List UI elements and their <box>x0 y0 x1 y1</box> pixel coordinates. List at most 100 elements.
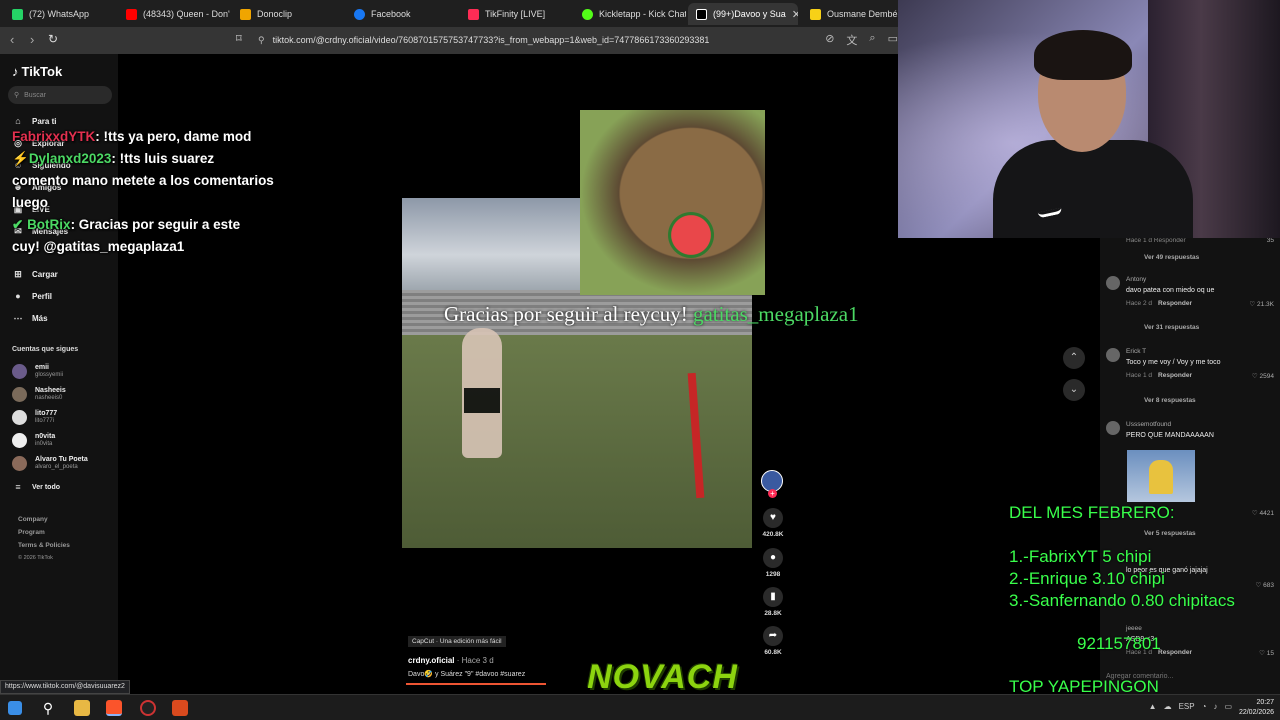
address-bar-row: ‹ › ↻ ⌑ ⚲ tiktok.com/@crdny.oficial/video… <box>0 27 898 54</box>
comment-author[interactable]: Usssemotfound <box>1126 421 1171 428</box>
account-handle: glossyemii <box>35 372 64 378</box>
comment-meta: Hace 1 d Responder <box>1126 237 1186 244</box>
chat-message: cuy! @gatitas_megaplaza1 <box>12 239 185 254</box>
taskbar-clock[interactable]: 20:27 22/02/2026 <box>1239 698 1274 718</box>
footer-program[interactable]: Program <box>18 529 45 536</box>
account-handle: alvaro_el_poeta <box>35 464 78 470</box>
view-replies[interactable]: Ver 31 respuestas <box>1144 324 1199 331</box>
chevron-up-icon[interactable]: ⌃ <box>1063 347 1085 369</box>
app-icon[interactable] <box>172 700 188 716</box>
comment-count: 1298 <box>765 571 781 578</box>
following-account[interactable]: emii glossyemii <box>12 364 63 379</box>
follow-plus-icon[interactable]: + <box>768 489 777 498</box>
avatar <box>12 410 27 425</box>
obs-icon[interactable] <box>140 700 156 716</box>
save-button[interactable]: ▮ 28.8K <box>758 587 788 617</box>
tab-donoclip[interactable]: Donoclip <box>232 3 344 25</box>
reload-icon[interactable]: ↻ <box>48 32 58 46</box>
close-tab-icon[interactable]: ✕ <box>792 8 798 21</box>
home-icon: ⌂ <box>15 116 21 126</box>
reply-button[interactable]: Responder <box>1158 649 1192 656</box>
tab-tiktok-active[interactable]: (99+)Davoo y Sua ✕ <box>688 3 798 25</box>
comment-author[interactable]: Antony <box>1126 276 1146 283</box>
zoom-icon[interactable]: ⌕ <box>869 32 875 48</box>
file-explorer-icon[interactable] <box>74 700 90 716</box>
avatar[interactable] <box>1106 421 1120 435</box>
webcam-person-body <box>993 140 1193 238</box>
footer-terms[interactable]: Terms & Policies <box>18 542 70 549</box>
see-all-label: Ver todo <box>32 483 61 491</box>
view-replies[interactable]: Ver 5 respuestas <box>1144 530 1196 537</box>
tab-label: (99+)Davoo y Sua <box>713 9 786 19</box>
view-replies[interactable]: Ver 8 respuestas <box>1144 397 1196 404</box>
battery-icon[interactable]: ▭ <box>1224 702 1232 711</box>
comment-text: Toco y me voy / Voy y me toco <box>1126 359 1221 366</box>
capcut-tag[interactable]: CapCut · Una edición más fácil <box>408 636 506 647</box>
comment-author[interactable]: jeeee <box>1126 625 1142 632</box>
reader-mode-icon[interactable]: ⊘ <box>825 32 834 48</box>
comment-gif <box>1127 450 1195 502</box>
translate-icon[interactable]: 文 <box>846 32 857 48</box>
reply-button[interactable]: Responder <box>1158 300 1192 307</box>
nav-mas[interactable]: ⋯ Más <box>12 313 48 324</box>
tray-app-icon[interactable]: ▲ <box>1149 702 1157 711</box>
search-icon[interactable]: ⚲ <box>40 700 56 716</box>
video-info: CapCut · Una edición más fácil crdny.ofi… <box>408 630 525 678</box>
nav-para-ti[interactable]: ⌂ Para ti <box>12 116 56 126</box>
comment-likes[interactable]: ♡ 21.3K <box>1249 300 1274 308</box>
footer-company[interactable]: Company <box>18 516 48 523</box>
bookmark-icon[interactable]: ⌑ <box>236 32 242 45</box>
video-author[interactable]: crdny.oficial · Hace 3 d <box>408 656 525 665</box>
sidebar-toggle-icon[interactable]: ▭ <box>888 32 898 48</box>
following-account[interactable]: Alvaro Tu Poeta alvaro_el_poeta <box>12 456 88 471</box>
brand-name: TikTok <box>21 64 63 79</box>
wifi-icon[interactable]: ◔ <box>1202 702 1207 711</box>
following-account[interactable]: lito777 lito777i <box>12 410 57 425</box>
system-tray: ▲ ☁ ESP ◔ ♪ ▭ <box>1149 702 1232 711</box>
share-icon: ➦ <box>763 626 783 646</box>
nav-perfil[interactable]: ● Perfil <box>12 291 52 301</box>
search-input[interactable]: ⚲ Buscar <box>8 86 112 104</box>
reply-button[interactable]: Responder <box>1158 372 1192 379</box>
avatar[interactable] <box>1106 276 1120 290</box>
following-account[interactable]: Nasheeis nasheeis0 <box>12 387 66 402</box>
view-replies[interactable]: Ver 49 respuestas <box>1144 254 1199 261</box>
tab-whatsapp[interactable]: (72) WhatsApp <box>4 3 114 25</box>
chat-username: Dylanxd2023 <box>28 151 112 166</box>
chevron-down-icon[interactable]: ⌄ <box>1063 379 1085 401</box>
video-progress-bar[interactable] <box>406 683 546 685</box>
windows-start-icon[interactable] <box>8 701 22 715</box>
tab-dembele[interactable]: Ousmane Dembélé e <box>802 3 898 25</box>
url-field[interactable]: ⚲ tiktok.com/@crdny.oficial/video/7608701… <box>258 31 858 50</box>
comment-likes[interactable]: 35 <box>1267 237 1274 244</box>
comment-likes[interactable]: ♡ 683 <box>1256 581 1275 589</box>
share-button[interactable]: ➦ 60.8K <box>758 626 788 656</box>
tab-youtube[interactable]: (48343) Queen - Don't <box>118 3 230 25</box>
avatar[interactable] <box>1106 348 1120 362</box>
forward-icon[interactable]: › <box>30 32 34 47</box>
tab-facebook[interactable]: Facebook <box>346 3 458 25</box>
see-all-link[interactable]: ≡ Ver todo <box>12 482 60 492</box>
language-icon[interactable]: ESP <box>1179 702 1195 711</box>
chat-text: : Gracias por seguir a este <box>70 217 241 232</box>
following-account[interactable]: n0vita in0vita <box>12 433 55 448</box>
comment-likes[interactable]: ♡ 4421 <box>1252 509 1274 517</box>
site-info-icon[interactable]: ⚲ <box>258 31 265 50</box>
comment-button[interactable]: ● 1298 <box>758 548 788 578</box>
tab-tikfinity[interactable]: TikFinity [LIVE] <box>460 3 572 25</box>
comment-likes[interactable]: ♡ 2594 <box>1252 372 1274 380</box>
back-icon[interactable]: ‹ <box>10 32 14 47</box>
like-button[interactable]: ♥ 420.8K <box>758 508 788 538</box>
network-icon[interactable]: ☁ <box>1164 702 1172 711</box>
tiktok-logo[interactable]: ♪ TikTok <box>12 64 62 79</box>
tab-kicklet[interactable]: Kickletapp - Kick Chat <box>574 3 686 25</box>
webcam-person-hair <box>1034 30 1132 80</box>
volume-icon[interactable]: ♪ <box>1213 702 1217 711</box>
nav-cargar[interactable]: ⊞ Cargar <box>12 269 58 280</box>
clock-time: 20:27 <box>1256 699 1274 706</box>
status-url: https://www.tiktok.com/@davisuuarez2 <box>0 680 130 694</box>
novach-logo: NOVACH <box>587 658 738 696</box>
comment-author[interactable]: Erick T <box>1126 348 1146 355</box>
comment-likes[interactable]: ♡ 15 <box>1259 649 1274 657</box>
brave-browser-icon[interactable] <box>106 700 122 716</box>
